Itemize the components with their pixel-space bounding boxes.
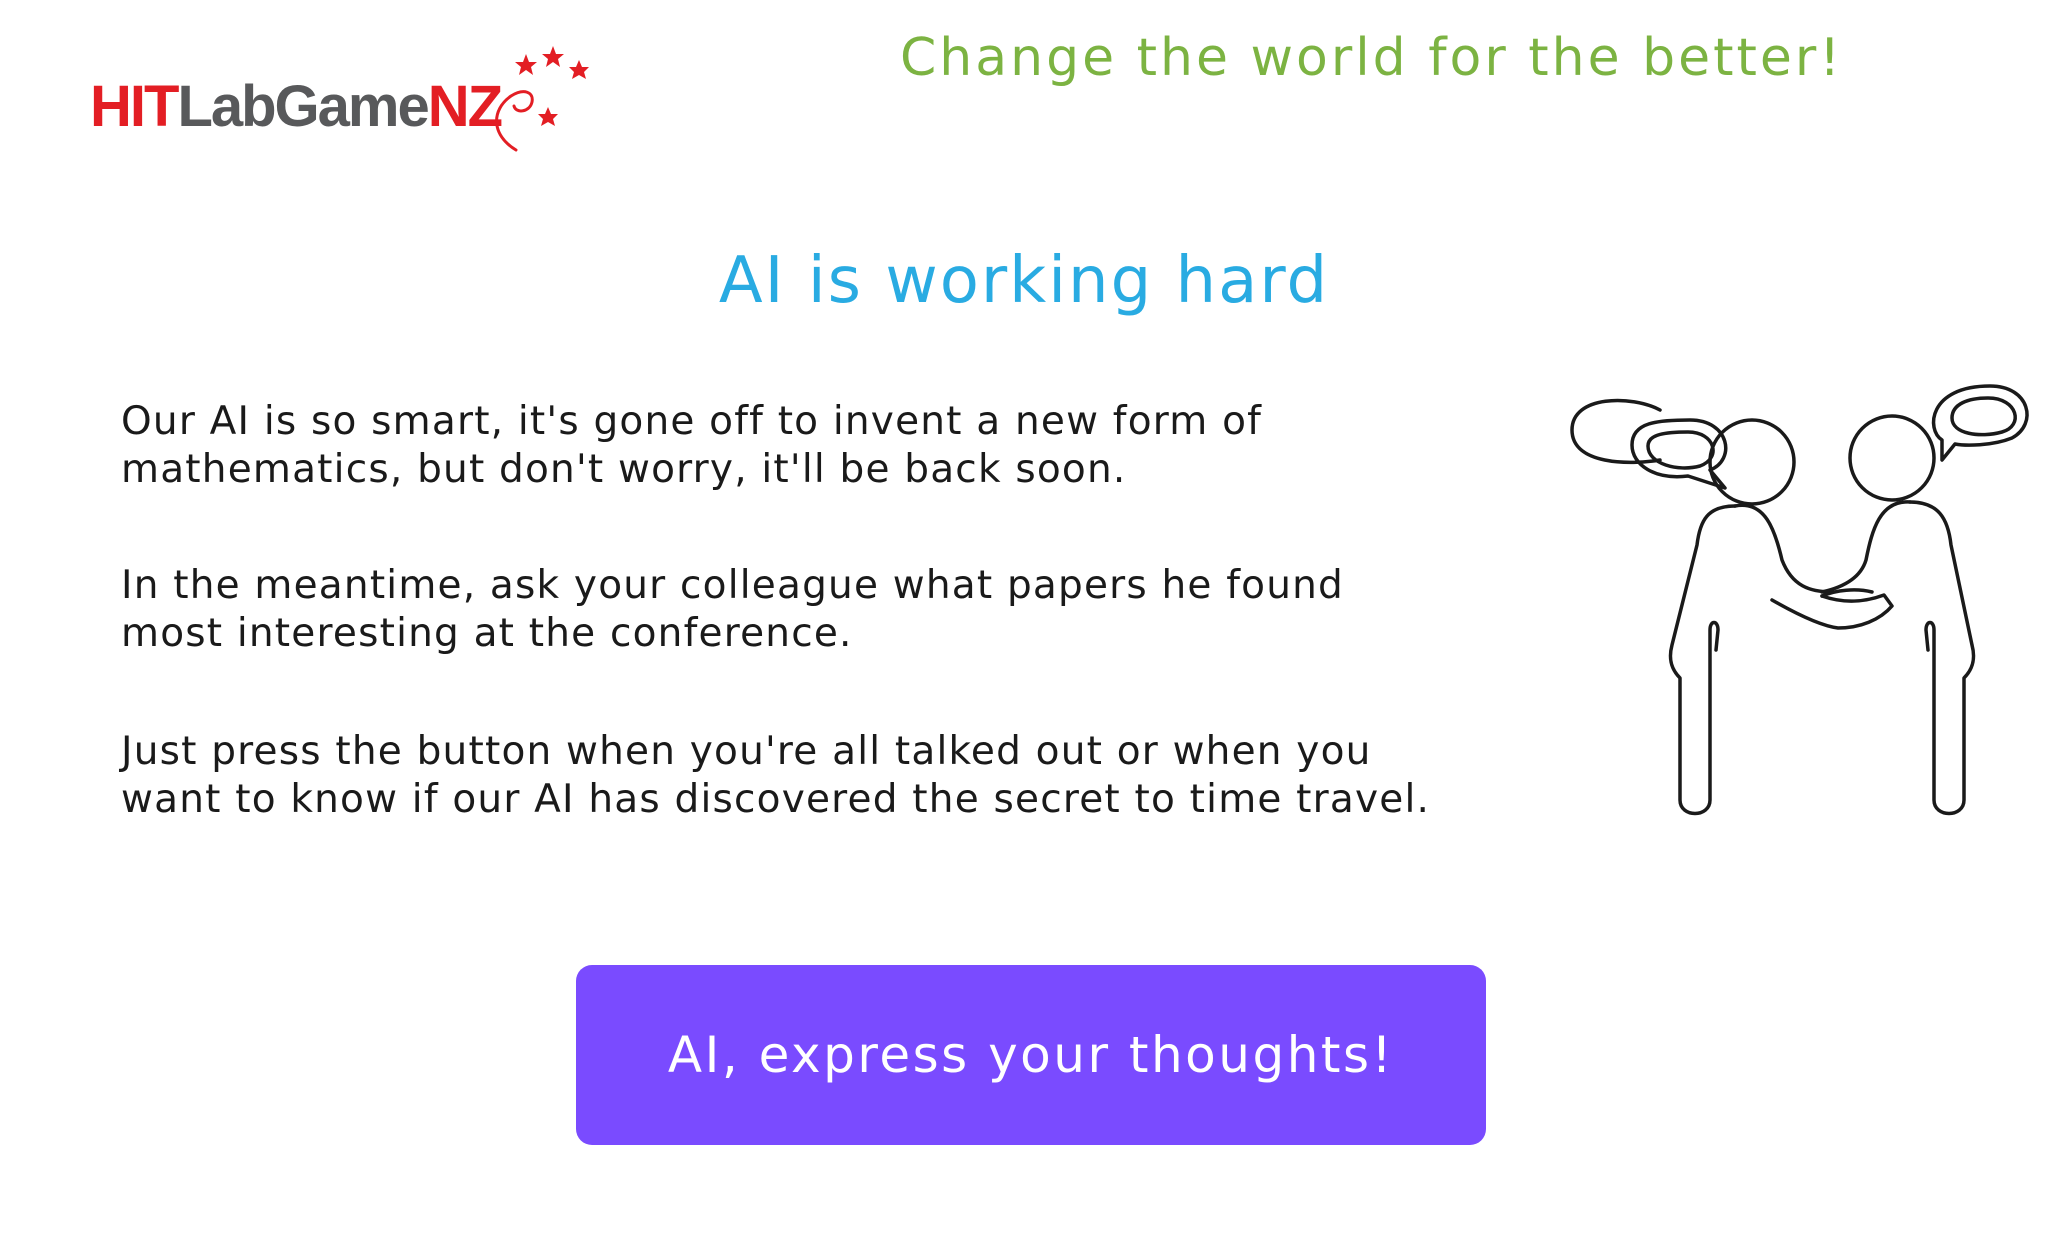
page-title: AI is working hard	[718, 244, 1330, 318]
paragraph-meantime: In the meantime, ask your colleague what…	[121, 563, 1344, 656]
logo: HITLabGameNZ	[86, 40, 606, 160]
person-right-body-icon	[1908, 500, 1976, 816]
handshake-icon	[1770, 593, 1894, 630]
person-left-body-icon	[1668, 504, 1737, 816]
express-thoughts-button[interactable]: AI, express your thoughts!	[576, 965, 1486, 1145]
paragraph-instructions: Just press the button when you're all ta…	[121, 729, 1431, 822]
logo-wordmark: HITLabGameNZ	[90, 74, 503, 139]
speech-bubble-back-left-icon	[1570, 398, 1662, 465]
paragraph-intro: Our AI is so smart, it's gone off to inv…	[121, 399, 1263, 492]
person-right-head-icon	[1848, 414, 1936, 502]
two-people-handshake-talking-icon	[1570, 384, 2029, 816]
tagline: Change the world for the better!	[900, 28, 1844, 88]
